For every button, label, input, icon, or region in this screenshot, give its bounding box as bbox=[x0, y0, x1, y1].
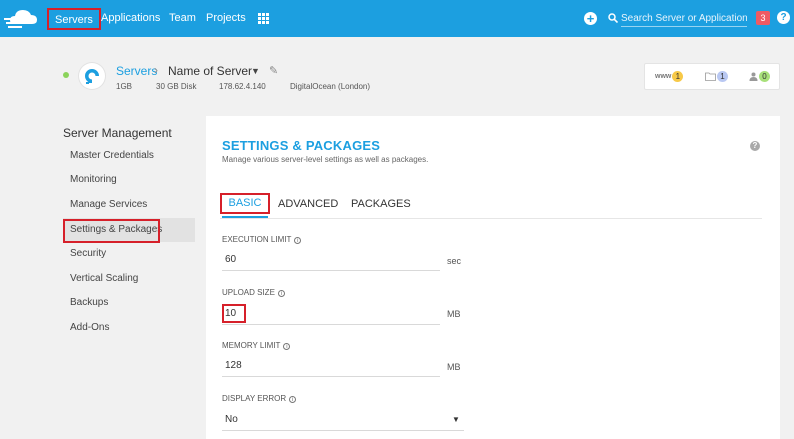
sidebar-item-master-credentials[interactable]: Master Credentials bbox=[63, 144, 195, 168]
panel-title: SETTINGS & PACKAGES bbox=[222, 138, 381, 153]
execution-limit-label: EXECUTION LIMIT i bbox=[222, 235, 302, 244]
upload-size-label: UPLOAD SIZE i bbox=[222, 288, 285, 297]
sidebar-item-vertical-scaling[interactable]: Vertical Scaling bbox=[63, 267, 195, 291]
info-icon[interactable]: i bbox=[283, 343, 291, 350]
sidebar-item-backups[interactable]: Backups bbox=[63, 291, 195, 315]
settings-tabs: BASIC ADVANCED PACKAGES bbox=[220, 192, 762, 219]
tab-basic[interactable]: BASIC bbox=[220, 193, 270, 214]
info-icon[interactable]: i bbox=[289, 396, 297, 403]
dropdown-caret-icon[interactable]: ▼ bbox=[452, 415, 460, 424]
breadcrumb-chevron-icon: › bbox=[154, 63, 158, 77]
server-name-title: Name of Server bbox=[168, 64, 253, 78]
execution-limit-input[interactable] bbox=[222, 249, 440, 271]
server-counters: www 1 1 0 bbox=[644, 63, 780, 90]
search-input[interactable] bbox=[621, 10, 747, 27]
execution-limit-unit: sec bbox=[447, 256, 462, 266]
nav-servers[interactable]: Servers bbox=[47, 8, 101, 30]
server-status-indicator bbox=[63, 72, 69, 78]
panel-help-icon[interactable]: ? bbox=[750, 141, 760, 151]
help-icon[interactable]: ? bbox=[777, 11, 790, 24]
files-count-badge: 1 bbox=[717, 71, 728, 82]
server-switch-caret-icon[interactable]: ▼ bbox=[251, 66, 260, 76]
nav-team[interactable]: Team bbox=[169, 0, 196, 37]
top-navbar: Servers Applications Team Projects + 3 ? bbox=[0, 0, 794, 37]
users-counter[interactable]: 0 bbox=[749, 71, 770, 83]
upload-size-unit: MB bbox=[447, 309, 461, 319]
tab-advanced[interactable]: ADVANCED bbox=[278, 192, 338, 219]
server-provider: DigitalOcean (London) bbox=[290, 82, 371, 91]
settings-panel: SETTINGS & PACKAGES Manage various serve… bbox=[206, 116, 780, 439]
add-plus-icon[interactable]: + bbox=[584, 12, 597, 25]
users-count-badge: 0 bbox=[759, 71, 770, 82]
active-tab-underline bbox=[222, 216, 268, 218]
info-icon[interactable]: i bbox=[294, 237, 302, 244]
display-error-select[interactable]: No bbox=[222, 409, 464, 431]
cloudways-logo-icon[interactable] bbox=[4, 6, 42, 32]
apps-grid-icon[interactable] bbox=[258, 13, 269, 24]
sidebar-item-add-ons[interactable]: Add-Ons bbox=[63, 316, 195, 340]
notification-badge[interactable]: 3 bbox=[756, 11, 770, 25]
www-count-badge: 1 bbox=[672, 71, 684, 82]
nav-applications[interactable]: Applications bbox=[101, 0, 160, 37]
info-icon[interactable]: i bbox=[277, 290, 285, 297]
digitalocean-logo-icon bbox=[79, 63, 105, 89]
server-ip: 178.62.4.140 bbox=[219, 82, 266, 91]
panel-subtitle: Manage various server-level settings as … bbox=[222, 155, 429, 164]
sidebar-title: Server Management bbox=[63, 126, 172, 140]
sidebar-item-monitoring[interactable]: Monitoring bbox=[63, 168, 195, 192]
www-counter[interactable]: www 1 bbox=[655, 71, 684, 83]
sidebar-item-security[interactable]: Security bbox=[63, 242, 195, 266]
edit-pencil-icon[interactable]: ✎ bbox=[269, 64, 278, 77]
server-disk: 30 GB Disk bbox=[156, 82, 197, 91]
memory-limit-input[interactable] bbox=[222, 355, 440, 377]
sidebar-item-settings-packages[interactable]: Settings & Packages bbox=[63, 218, 195, 242]
tab-packages[interactable]: PACKAGES bbox=[351, 192, 411, 219]
www-label: www bbox=[655, 73, 672, 80]
nav-projects[interactable]: Projects bbox=[206, 0, 246, 37]
upload-size-input[interactable] bbox=[222, 303, 440, 325]
user-icon bbox=[749, 72, 758, 81]
breadcrumb-servers-link[interactable]: Servers bbox=[116, 64, 157, 78]
folder-icon bbox=[705, 72, 716, 81]
sidebar-item-manage-services[interactable]: Manage Services bbox=[63, 193, 195, 217]
memory-limit-label: MEMORY LIMIT i bbox=[222, 341, 291, 350]
files-counter[interactable]: 1 bbox=[705, 71, 728, 83]
search-icon bbox=[608, 13, 618, 23]
memory-limit-unit: MB bbox=[447, 362, 461, 372]
server-ram: 1GB bbox=[116, 82, 133, 91]
display-error-label: DISPLAY ERROR i bbox=[222, 394, 297, 403]
